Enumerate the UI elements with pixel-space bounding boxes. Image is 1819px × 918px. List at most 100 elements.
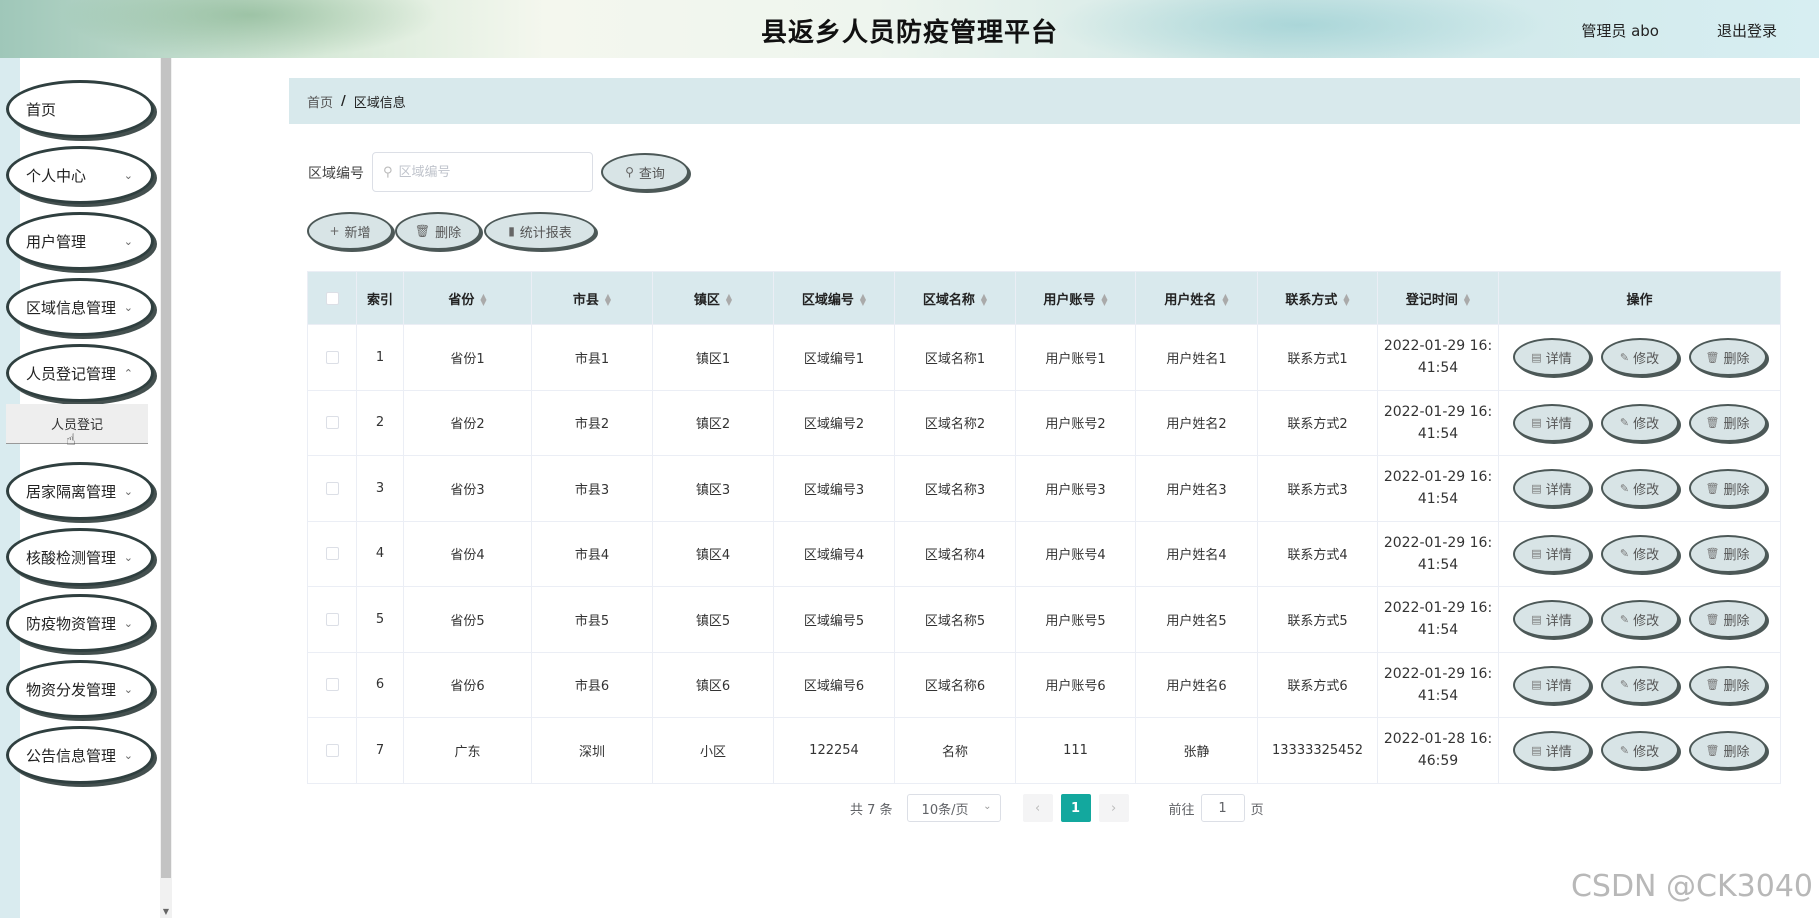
next-page-button[interactable]: › — [1098, 794, 1129, 822]
column-header[interactable]: 联系方式 ▲ ▼ — [1257, 271, 1378, 325]
time-line: 41:54 — [1417, 687, 1459, 704]
plus-icon: + — [329, 224, 340, 238]
edit-button[interactable]: ✎ 修改 — [1600, 665, 1679, 704]
sort-icon[interactable]: ▲ ▼ — [1101, 293, 1107, 307]
cell-account: 用户账号6 — [1015, 651, 1136, 718]
sidebar-item-supplies[interactable]: 防疫物资管理 ⌄ — [6, 594, 154, 652]
page-size-value: 10条/页 — [921, 802, 969, 818]
row-checkbox[interactable] — [325, 612, 339, 626]
column-header[interactable]: 市县 ▲ ▼ — [531, 271, 653, 325]
delete-button[interactable]: 🗑 删除 — [1688, 338, 1767, 377]
cell-contact: 联系方式3 — [1257, 455, 1378, 522]
cell-province: 省份3 — [403, 455, 532, 522]
table-row: 3 省份3 市县3 镇区3 区域编号3 区域名称3 用户账号3 用户姓名3 联系方式3 2022-… — [307, 455, 1781, 522]
detail-button[interactable]: ▤ 详情 — [1512, 731, 1591, 770]
detail-button[interactable]: ▤ 详情 — [1512, 534, 1591, 573]
sidebar-item-home-quarantine[interactable]: 居家隔离管理 ⌄ — [6, 462, 154, 520]
column-header[interactable]: 登记时间 ▲ ▼ — [1377, 271, 1499, 325]
edit-button[interactable]: ✎ 修改 — [1600, 731, 1679, 770]
query-button[interactable]: ⚲ 查询 — [601, 153, 689, 191]
row-checkbox[interactable] — [325, 743, 339, 757]
breadcrumb-home[interactable]: 首页 — [307, 92, 333, 111]
sort-icon[interactable]: ▲ ▼ — [1464, 293, 1470, 307]
detail-button[interactable]: ▤ 详情 — [1512, 403, 1591, 442]
row-checkbox[interactable] — [325, 547, 339, 561]
select-all-checkbox[interactable] — [325, 291, 339, 305]
submenu-item-registration[interactable]: 人员登记 — [6, 404, 148, 444]
edit-button[interactable]: ✎ 修改 — [1600, 534, 1679, 573]
column-header-label: 用户账号 — [1043, 292, 1096, 308]
detail-button-label: 详情 — [1545, 744, 1572, 760]
column-header[interactable]: 省份 ▲ ▼ — [403, 271, 532, 325]
column-header[interactable]: 用户姓名 ▲ ▼ — [1135, 271, 1258, 325]
sidebar-item-label: 防疫物资管理 — [26, 614, 117, 633]
sidebar-scrollbar[interactable]: ▼ — [160, 58, 172, 918]
search-icon: ⚲ — [625, 165, 634, 179]
time-line: 41:54 — [1417, 622, 1459, 639]
sidebar-item-personal-center[interactable]: 个人中心 ⌄ — [6, 146, 154, 204]
detail-button[interactable]: ▤ 详情 — [1512, 600, 1591, 639]
search-field[interactable]: ⚲ — [372, 152, 593, 192]
document-icon: ▤ — [1531, 678, 1542, 692]
sort-icon[interactable]: ▲ ▼ — [1222, 293, 1228, 307]
sidebar-item-nucleic-test[interactable]: 核酸检测管理 ⌄ — [6, 528, 154, 586]
sort-icon[interactable]: ▲ ▼ — [480, 293, 486, 307]
cell-name: 区域名称6 — [894, 651, 1016, 718]
sort-icon[interactable]: ▲ ▼ — [726, 293, 732, 307]
sort-icon[interactable]: ▲ ▼ — [1343, 293, 1349, 307]
table-body: 1 省份1 市县1 镇区1 区域编号1 区域名称1 用户账号1 用户姓名1 联系方式1 2022-… — [307, 324, 1781, 784]
edit-button[interactable]: ✎ 修改 — [1600, 338, 1679, 377]
sort-icon[interactable]: ▲ ▼ — [605, 293, 611, 307]
page-size-select[interactable]: 10条/页 ⌄ — [906, 794, 1001, 822]
detail-button[interactable]: ▤ 详情 — [1512, 665, 1591, 704]
chevron-right-icon: › — [1110, 800, 1117, 816]
page-number-current[interactable]: 1 — [1060, 794, 1091, 822]
row-checkbox[interactable] — [325, 678, 339, 692]
add-button[interactable]: + 新增 — [307, 212, 393, 250]
row-select-cell — [307, 520, 357, 587]
row-select-cell — [307, 586, 357, 653]
cell-actions: ▤ 详情 ✎ 修改 🗑 删除 — [1498, 520, 1781, 587]
sort-icon[interactable]: ▲ ▼ — [860, 293, 866, 307]
column-header-label: 市县 — [572, 292, 599, 308]
column-header[interactable]: 区域编号 ▲ ▼ — [773, 271, 895, 325]
sidebar-item-registration-management[interactable]: 人员登记管理 ⌃ — [6, 344, 154, 402]
delete-button[interactable]: 🗑 删除 — [1688, 600, 1767, 639]
batch-delete-button[interactable]: 🗑 删除 — [395, 212, 481, 250]
prev-page-button[interactable]: ‹ — [1022, 794, 1053, 822]
search-input[interactable] — [398, 164, 569, 180]
scroll-down-icon[interactable]: ▼ — [162, 908, 170, 916]
scrollbar-thumb[interactable] — [161, 58, 171, 878]
goto-page-input[interactable] — [1200, 794, 1245, 822]
time-line: 2022-01-28 16: — [1383, 731, 1493, 748]
delete-button[interactable]: 🗑 删除 — [1688, 469, 1767, 508]
sidebar-item-home[interactable]: 首页 — [6, 80, 154, 138]
edit-button[interactable]: ✎ 修改 — [1600, 403, 1679, 442]
sidebar-item-distribution[interactable]: 物资分发管理 ⌄ — [6, 660, 154, 718]
sidebar-item-area-management[interactable]: 区域信息管理 ⌄ — [6, 278, 154, 336]
table-row: 5 省份5 市县5 镇区5 区域编号5 区域名称5 用户账号5 用户姓名5 联系方式5 2022-… — [307, 586, 1781, 653]
report-button[interactable]: ▮ 统计报表 — [484, 212, 596, 250]
logout-link[interactable]: 退出登录 — [1717, 20, 1777, 41]
cell-name: 区域名称5 — [894, 586, 1016, 653]
edit-button[interactable]: ✎ 修改 — [1600, 469, 1679, 508]
column-header[interactable]: 区域名称 ▲ ▼ — [894, 271, 1016, 325]
detail-button[interactable]: ▤ 详情 — [1512, 338, 1591, 377]
sidebar-item-announcements[interactable]: 公告信息管理 ⌄ — [6, 726, 154, 784]
delete-button[interactable]: 🗑 删除 — [1688, 534, 1767, 573]
sidebar-item-user-management[interactable]: 用户管理 ⌄ — [6, 212, 154, 270]
row-checkbox[interactable] — [325, 350, 339, 364]
column-header[interactable]: 镇区 ▲ ▼ — [652, 271, 774, 325]
time-line: 41:54 — [1417, 556, 1459, 573]
sort-icon[interactable]: ▲ ▼ — [981, 293, 987, 307]
delete-button[interactable]: 🗑 删除 — [1688, 403, 1767, 442]
column-header[interactable]: 用户账号 ▲ ▼ — [1015, 271, 1136, 325]
edit-button[interactable]: ✎ 修改 — [1600, 600, 1679, 639]
delete-button[interactable]: 🗑 删除 — [1688, 665, 1767, 704]
cell-username: 用户姓名4 — [1135, 520, 1258, 587]
row-checkbox[interactable] — [325, 481, 339, 495]
row-select-cell — [307, 717, 357, 784]
detail-button[interactable]: ▤ 详情 — [1512, 469, 1591, 508]
row-checkbox[interactable] — [325, 416, 339, 430]
delete-button[interactable]: 🗑 删除 — [1688, 731, 1767, 770]
